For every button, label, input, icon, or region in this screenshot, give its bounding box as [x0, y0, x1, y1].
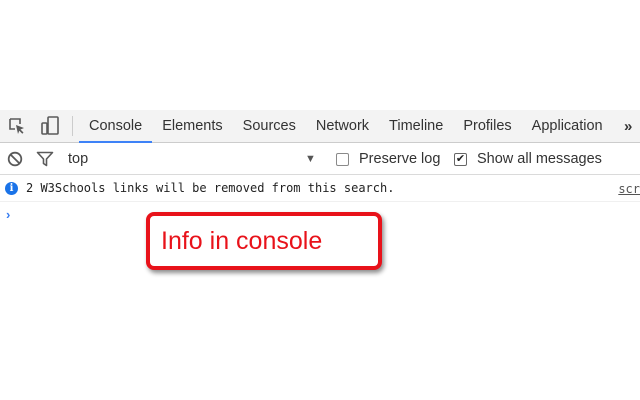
console-message-text: 2 W3Schools links will be removed from t… [26, 181, 395, 195]
show-all-messages-label: Show all messages [477, 151, 602, 167]
tab-sources[interactable]: Sources [233, 110, 306, 142]
show-all-messages-checkbox[interactable]: ✔ Show all messages [454, 143, 602, 175]
console-message-row: i 2 W3Schools links will be removed from… [0, 175, 640, 202]
filter-button[interactable] [30, 143, 60, 175]
prompt-chevron-icon: › [6, 206, 11, 222]
preserve-log-box[interactable] [336, 152, 349, 166]
clear-console-icon [7, 151, 23, 166]
cursor-select-icon [8, 118, 24, 134]
console-filter-bar: top ▼ Preserve log ✔ Show all messages [0, 143, 640, 175]
tab-application[interactable]: Application [522, 110, 613, 142]
message-source-link[interactable]: scr [618, 175, 640, 202]
devtools-tabbar: Console Elements Sources Network Timelin… [0, 110, 640, 143]
toolbar-divider [72, 116, 73, 136]
annotation-callout: Info in console [146, 212, 382, 270]
clear-console-button[interactable] [0, 143, 30, 175]
tab-timeline[interactable]: Timeline [379, 110, 453, 142]
context-dropdown-arrow-icon[interactable]: ▼ [305, 143, 316, 175]
preserve-log-checkbox[interactable]: Preserve log [336, 143, 440, 175]
tab-network[interactable]: Network [306, 110, 379, 142]
info-icon: i [5, 181, 18, 195]
show-all-messages-box[interactable]: ✔ [454, 152, 467, 166]
execution-context-select[interactable]: top [68, 151, 88, 167]
more-tabs-button[interactable]: » [624, 110, 640, 143]
tab-profiles[interactable]: Profiles [453, 110, 521, 142]
tab-elements[interactable]: Elements [152, 110, 232, 142]
preserve-log-label: Preserve log [359, 151, 441, 167]
device-toggle-icon [40, 116, 59, 135]
device-mode-button[interactable] [33, 110, 66, 142]
inspect-element-button[interactable] [0, 110, 33, 142]
filter-funnel-icon [36, 151, 54, 166]
tab-console[interactable]: Console [79, 110, 153, 143]
devtools-panel: Console Elements Sources Network Timelin… [0, 110, 640, 226]
